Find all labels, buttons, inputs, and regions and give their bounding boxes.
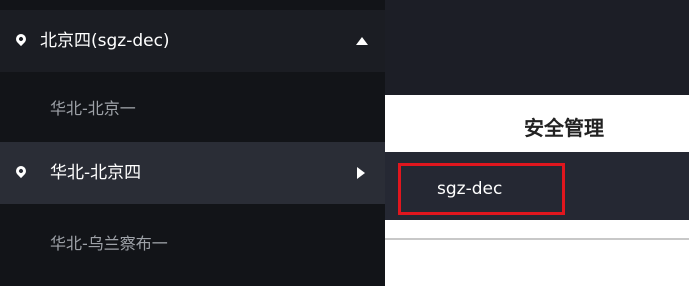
page-title: 安全管理	[524, 116, 604, 140]
region-item-label: 华北-北京一	[50, 99, 136, 118]
region-dropdown: 北京四(sgz-dec) 华北-北京一 华北-北京四 华北-乌兰察布一	[0, 0, 385, 286]
region-item-beijing4[interactable]: 华北-北京四	[0, 142, 385, 204]
region-item-beijing1[interactable]: 华北-北京一	[0, 78, 385, 140]
location-pin-icon	[13, 163, 29, 179]
location-pin-icon	[13, 31, 29, 47]
caret-right-icon	[357, 167, 365, 179]
region-item-label: 华北-北京四	[50, 163, 142, 183]
selected-region-label: 北京四(sgz-dec)	[40, 31, 170, 51]
submenu-item-sgz-dec[interactable]: sgz-dec	[398, 163, 565, 215]
region-item-label: 华北-乌兰察布一	[50, 234, 168, 253]
region-item-ulanqab1[interactable]: 华北-乌兰察布一	[0, 213, 385, 275]
content-divider	[385, 238, 689, 240]
region-selector[interactable]: 北京四(sgz-dec)	[0, 10, 385, 72]
caret-up-icon	[356, 37, 368, 45]
